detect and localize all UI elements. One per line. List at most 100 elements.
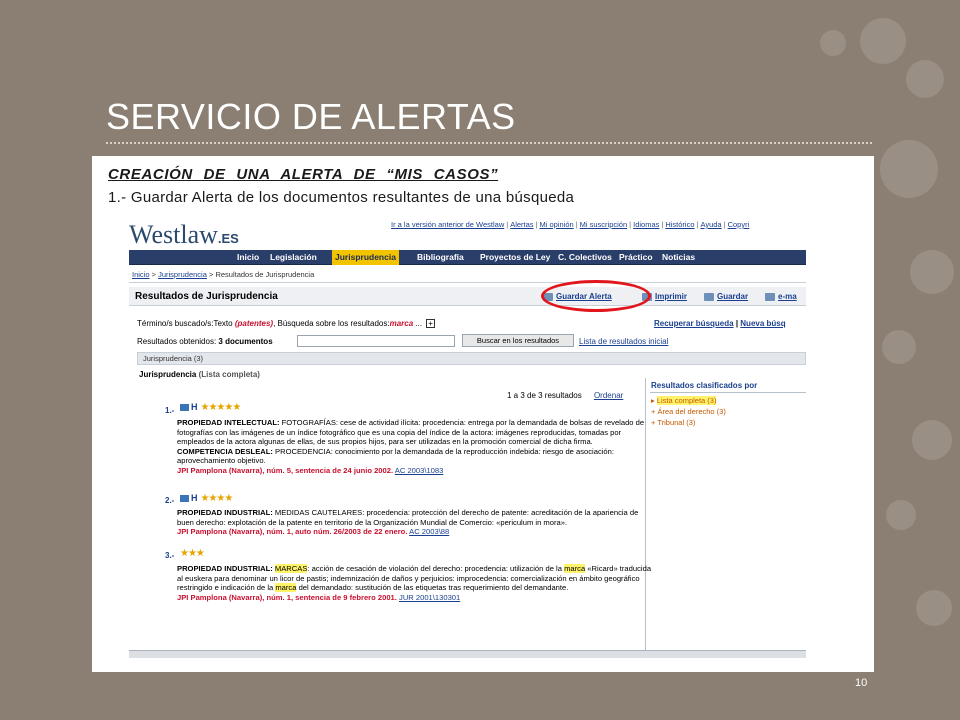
obtained-value: 3 documentos (218, 337, 273, 346)
menu-practico[interactable]: Práctico (619, 252, 653, 262)
h-badge: H (191, 493, 198, 503)
results-title: Resultados de Jurisprudencia (135, 291, 278, 302)
search-within-button[interactable]: Buscar en los resultados (462, 334, 574, 347)
breadcrumb-home[interactable]: Inicio (132, 270, 150, 279)
breadcrumb-section[interactable]: Jurisprudencia (158, 270, 207, 279)
step-description: 1.- Guardar Alerta de los documentos res… (108, 189, 575, 206)
highlighted-term: marca (564, 564, 586, 573)
top-links: Ir a la versión anterior de Westlaw | Aler… (391, 220, 749, 229)
doc-reference-link[interactable]: AC 2003\1083 (395, 466, 444, 475)
menu-proyectos-de-ley[interactable]: Proyectos de Ley (480, 252, 550, 262)
sidebar-item-label: Área del derecho (3) (657, 407, 726, 416)
top-link[interactable]: Histórico (665, 220, 694, 229)
save-icon (704, 292, 714, 301)
star-rating-icon: ★★★★ (200, 493, 234, 504)
list-heading-bold: Jurisprudencia (139, 370, 197, 379)
list-heading: Jurisprudencia (Lista completa) (139, 370, 260, 379)
doc-summary: del demandado: sustitución de las etique… (296, 583, 569, 593)
sidebar-item-label: Tribunal (3) (657, 418, 696, 427)
star-rating-icon: ★★★★★ (200, 402, 242, 413)
logo-suffix: .ES (217, 231, 239, 246)
email-icon (765, 292, 775, 301)
search-within-input[interactable] (297, 335, 455, 347)
doc-citation[interactable]: JPI Pamplona (Navarra), núm. 1, sentenci… (177, 593, 397, 602)
order-link[interactable]: Ordenar (594, 391, 623, 400)
horizontal-scrollbar[interactable] (129, 650, 806, 658)
list-heading-rest: (Lista completa) (198, 370, 260, 379)
top-link[interactable]: Mi suscripción (580, 220, 628, 229)
email-button[interactable]: e-ma (765, 292, 797, 301)
doc-number: 1.- (165, 406, 175, 415)
count-line: 1 a 3 de 3 resultados Ordenar (507, 391, 623, 400)
sidebar-title: Resultados clasificados por (651, 381, 758, 390)
doc-heading: PROPIEDAD INTELECTUAL: (177, 418, 280, 427)
separator: | (696, 220, 699, 229)
decorative-circle (880, 140, 938, 198)
results-count-line: Resultados obtenidos: 3 documentos (137, 337, 273, 346)
sidebar-divider (650, 392, 806, 393)
main-menu: Inicio Legislación Jurisprudencia Biblio… (129, 250, 806, 265)
doc-icons: H ★★★★★ (180, 402, 242, 413)
doc-heading: COMPETENCIA DESLEAL: (177, 446, 273, 456)
section-tab-bar (137, 352, 806, 365)
breadcrumb-separator: > (151, 270, 156, 279)
decorative-circle (910, 250, 954, 294)
decorative-circle (882, 330, 916, 364)
nueva-busqueda-link[interactable]: Nueva búsq (740, 319, 785, 328)
decorative-circle (886, 500, 916, 530)
expand-icon[interactable]: + (426, 319, 436, 329)
search-term: (patentes) (234, 319, 274, 328)
search-label: Término/s buscado/s:Texto (137, 319, 233, 328)
menu-legislacion[interactable]: Legislación (270, 252, 317, 262)
menu-inicio[interactable]: Inicio (237, 252, 259, 262)
top-link[interactable]: Copyri (728, 220, 750, 229)
breadcrumb: Inicio > Jurisprudencia > Resultados de … (132, 270, 314, 279)
within-label: , Búsqueda sobre los resultados: (273, 319, 390, 328)
list-item: PROPIEDAD INTELECTUAL: FOTOGRAFÍAS: cese… (177, 418, 655, 476)
results-range: 1 a 3 de 3 resultados (507, 391, 582, 400)
doc-citation[interactable]: JPI Pamplona (Navarra), núm. 5, sentenci… (177, 466, 393, 475)
initial-list-link[interactable]: Lista de resultados inicial (579, 337, 668, 346)
sidebar-item-lista-completa[interactable]: ▸ Lista completa (3) (651, 396, 717, 405)
section-tab[interactable]: Jurisprudencia (3) (143, 354, 203, 363)
sidebar-item-tribunal[interactable]: + Tribunal (3) (651, 418, 695, 427)
slide-title: SERVICIO DE ALERTAS (106, 96, 516, 137)
doc-reference-link[interactable]: AC 2003\88 (409, 527, 449, 536)
page-number: 10 (855, 677, 868, 689)
breadcrumb-separator: > (208, 270, 214, 279)
top-link[interactable]: Ir a la versión anterior de Westlaw (391, 220, 504, 229)
breadcrumb-current: Resultados de Jurisprudencia (215, 270, 315, 279)
decorative-circle (820, 30, 846, 56)
guardar-button[interactable]: Guardar (704, 292, 748, 301)
highlighted-term: marca (275, 583, 297, 593)
separator: | (575, 220, 578, 229)
obtained-label: Resultados obtenidos: (137, 337, 217, 346)
separator: | (661, 220, 664, 229)
top-link[interactable]: Mi opinión (540, 220, 574, 229)
doc-summary: : acción de cesación de violación del de… (307, 564, 565, 573)
menu-bibliografia[interactable]: Bibliografía (417, 252, 464, 262)
doc-number: 2.- (165, 496, 175, 505)
doc-reference-link[interactable]: JUR 2001\130301 (399, 593, 460, 602)
top-link[interactable]: Ayuda (700, 220, 721, 229)
email-label: e-ma (778, 292, 797, 301)
menu-c-colectivos[interactable]: C. Colectivos (558, 252, 612, 262)
top-link[interactable]: Idiomas (633, 220, 659, 229)
sidebar-item-label: Lista completa (3) (656, 396, 717, 405)
westlaw-screenshot: Westlaw.ES Ir a la versión anterior de W… (129, 214, 806, 658)
top-link[interactable]: Alertas (510, 220, 533, 229)
westlaw-logo: Westlaw.ES (129, 220, 239, 250)
doc-icons: H ★★★★ (180, 493, 234, 504)
logo-text: Westlaw (129, 220, 218, 249)
imprimir-label: Imprimir (655, 292, 688, 301)
separator: | (629, 220, 632, 229)
separator: | (723, 220, 726, 229)
list-item: PROPIEDAD INDUSTRIAL: MARCAS: acción de … (177, 564, 655, 602)
menu-jurisprudencia[interactable]: Jurisprudencia (332, 250, 399, 265)
doc-number: 3.- (165, 551, 175, 560)
h-badge: H (191, 402, 198, 412)
recuperar-busqueda-link[interactable]: Recuperar búsqueda (654, 319, 734, 328)
sidebar-item-area-derecho[interactable]: + Área del derecho (3) (651, 407, 726, 416)
menu-noticias[interactable]: Noticias (662, 252, 695, 262)
doc-citation[interactable]: JPI Pamplona (Navarra), núm. 1, auto núm… (177, 527, 407, 536)
